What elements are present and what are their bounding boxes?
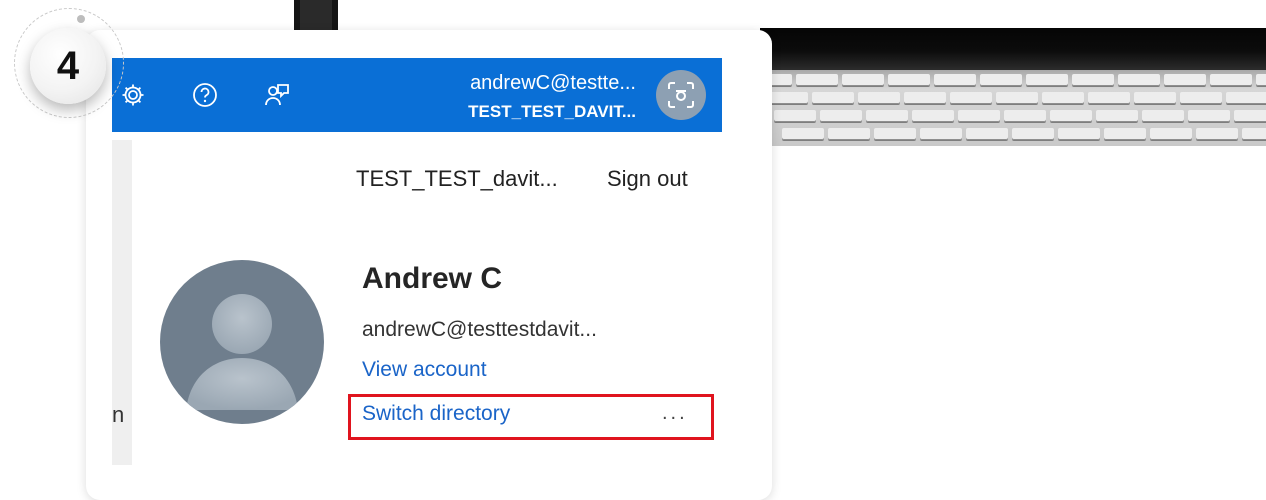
account-avatar[interactable] [656,70,706,120]
step-number-badge: 4 [30,28,106,104]
view-account-link[interactable]: View account [362,358,487,382]
account-screenshot-card: andrewC@testte... TEST_TEST_DAVIT... n T… [86,30,772,500]
step-ring-dot [77,15,85,23]
gear-icon[interactable] [118,80,148,110]
user-email: andrewC@testtestdavit... [362,318,597,341]
laptop-bezel-edge [300,0,332,34]
switch-directory-link[interactable]: Switch directory [362,402,510,426]
laptop-screen [760,28,1266,70]
person-icon [186,294,298,410]
avatar-camera-icon [668,82,694,108]
laptop-keyboard [760,70,1266,146]
user-avatar [160,260,324,424]
sidebar-text-fragment: n [112,402,125,427]
laptop-bezel [294,0,338,34]
portal-top-bar: andrewC@testte... TEST_TEST_DAVIT... [112,58,722,132]
feedback-icon[interactable] [262,80,292,110]
more-options-button[interactable]: ... [662,402,688,425]
sign-out-link[interactable]: Sign out [607,166,688,192]
user-display-name: Andrew C [362,262,503,295]
help-icon[interactable] [190,80,220,110]
tenant-name: TEST_TEST_davit... [356,166,558,191]
account-email[interactable]: andrewC@testte... [470,72,636,95]
account-tenant[interactable]: TEST_TEST_DAVIT... [468,102,636,122]
